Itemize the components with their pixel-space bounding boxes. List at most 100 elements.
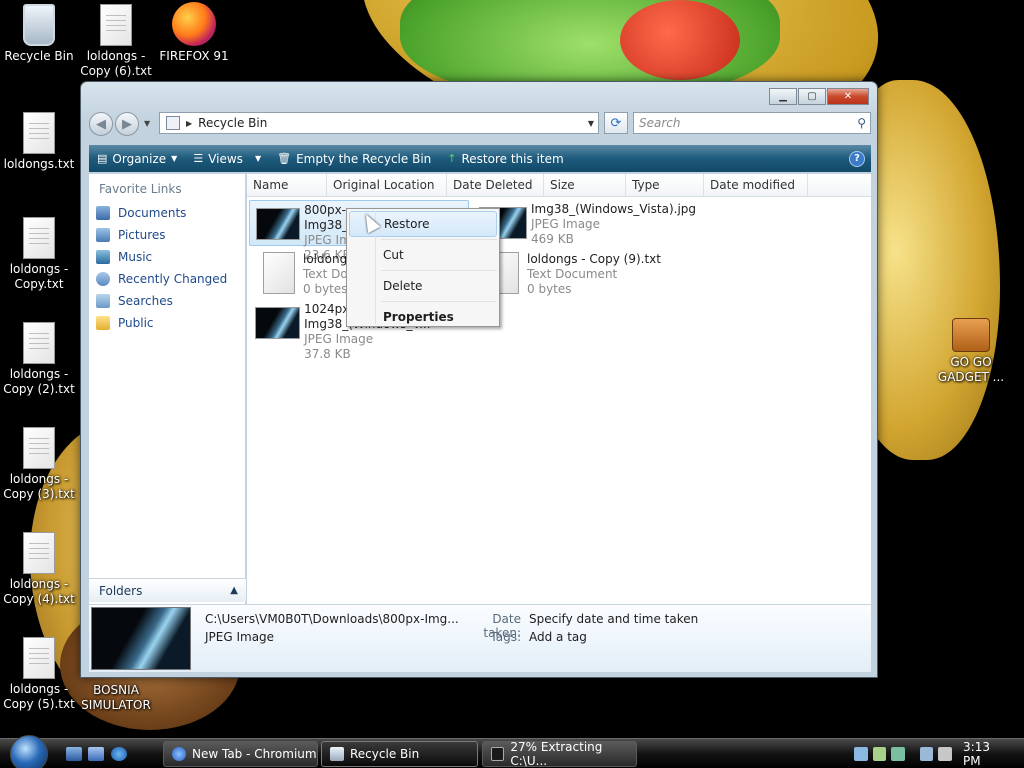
column-name[interactable]: Name <box>247 174 327 196</box>
file-name: loldongs - Copy (9).txt <box>527 252 661 266</box>
desktop-icon-firefox[interactable]: FIREFOX 91 <box>155 2 233 64</box>
task-7zip-extracting[interactable]: 27% Extracting C:\U... <box>482 740 637 768</box>
favorite-links-heading: Favorite Links <box>99 182 182 196</box>
text-file-icon <box>23 427 55 469</box>
desktop-icon-loldongs-copy-2[interactable]: loldongs - Copy (2).txt <box>0 322 78 397</box>
7zip-icon <box>491 747 505 761</box>
wallpaper-tomato <box>620 0 740 80</box>
empty-recycle-bin-button[interactable]: 🗑 Empty the Recycle Bin <box>269 145 439 172</box>
taskbar: New Tab - Chromium Recycle Bin 27% Extra… <box>0 735 1024 768</box>
column-original-location[interactable]: Original Location <box>327 174 447 196</box>
tags-value[interactable]: Add a tag <box>529 630 587 644</box>
chromium-icon <box>172 747 186 761</box>
column-type[interactable]: Type <box>626 174 704 196</box>
task-chromium[interactable]: New Tab - Chromium <box>163 741 318 767</box>
forward-button[interactable]: ▶ <box>115 112 139 136</box>
tray-app-icon[interactable] <box>891 747 905 761</box>
file-item[interactable]: loldongs - Copy (9).txt Text Document 0 … <box>473 250 703 296</box>
desktop-icon-loldongs-copy-6[interactable]: loldongs - Copy (6).txt <box>77 4 155 79</box>
nav-item-recently-changed[interactable]: Recently Changed <box>89 268 245 290</box>
file-list: Name Original Location Date Deleted Size… <box>247 174 871 604</box>
nav-item-music[interactable]: Music <box>89 246 245 268</box>
desktop-icon-loldongs-copy-5[interactable]: loldongs - Copy (5).txt <box>0 637 78 712</box>
refresh-icon: ⟳ <box>610 115 622 131</box>
minimize-button[interactable]: ▁ <box>769 88 797 105</box>
tags-label: Tags: <box>490 630 521 644</box>
text-file-icon <box>23 322 55 364</box>
tray-app-icon[interactable] <box>872 747 887 761</box>
desktop-icon-loldongs-copy-4[interactable]: loldongs - Copy (4).txt <box>0 532 78 607</box>
file-item[interactable]: Img38_(Windows_Vista).jpg JPEG Image 469… <box>473 200 703 246</box>
organize-button[interactable]: ▤ Organize ▼ <box>89 145 185 172</box>
desktop-icon-recycle-bin[interactable]: Recycle Bin <box>0 4 78 64</box>
empty-recycle-bin-label: Empty the Recycle Bin <box>296 151 432 166</box>
menu-item-delete[interactable]: Delete <box>349 273 497 299</box>
nav-item-documents[interactable]: Documents <box>89 202 245 224</box>
refresh-button[interactable]: ⟳ <box>604 112 628 134</box>
file-type: JPEG Image <box>304 332 374 346</box>
help-button[interactable]: ? <box>849 150 865 167</box>
switch-windows-icon[interactable] <box>88 747 104 761</box>
file-type: Text Document <box>527 267 618 281</box>
searches-icon <box>96 294 110 308</box>
organize-label: Organize <box>112 151 167 166</box>
desktop-icon-label: loldongs - Copy (3).txt <box>3 472 75 501</box>
recently-changed-icon <box>96 272 110 286</box>
internet-explorer-icon[interactable] <box>111 747 127 761</box>
desktop-icon-bosnia-simulator[interactable]: BOSNIA SIMULATOR <box>77 683 155 713</box>
desktop-icon-go-go-gadget[interactable]: GO GO GADGET ... <box>932 318 1010 385</box>
views-button[interactable]: ☰ Views ▼ <box>185 145 269 172</box>
address-dropdown-icon[interactable]: ▼ <box>588 119 594 128</box>
tray-display-icon[interactable] <box>919 747 934 761</box>
nav-item-label: Music <box>118 250 153 264</box>
desktop-icon-label: BOSNIA SIMULATOR <box>81 683 151 712</box>
search-icon[interactable]: ⚲ <box>857 116 866 130</box>
maximize-button[interactable]: ▢ <box>798 88 826 105</box>
search-input[interactable]: Search ⚲ <box>633 112 871 134</box>
column-size[interactable]: Size <box>544 174 626 196</box>
recycle-bin-icon <box>330 747 344 761</box>
file-size: 0 bytes <box>527 282 572 296</box>
recent-pages-chevron-icon[interactable]: ▼ <box>144 119 150 128</box>
file-size: 37.8 KB <box>304 347 351 361</box>
tray-network-icon[interactable] <box>853 747 868 761</box>
tray-volume-muted-icon[interactable] <box>938 747 953 761</box>
show-desktop-icon[interactable] <box>66 747 82 761</box>
nav-item-label: Pictures <box>118 228 166 242</box>
date-taken-value[interactable]: Specify date and time taken <box>529 612 698 626</box>
menu-separator <box>381 301 497 302</box>
menu-item-properties[interactable]: Properties <box>349 304 497 330</box>
navigation-pane: Favorite Links Documents Pictures Music … <box>89 174 246 604</box>
desktop-icon-loldongs-copy[interactable]: loldongs - Copy.txt <box>0 217 78 292</box>
text-file-icon <box>23 217 55 259</box>
desktop-icon-loldongs-copy-3[interactable]: loldongs - Copy (3).txt <box>0 427 78 502</box>
column-date-modified[interactable]: Date modified <box>704 174 808 196</box>
file-name: Img38_(Windows_Vista).jpg <box>531 202 697 216</box>
text-file-icon <box>263 252 295 294</box>
column-date-deleted[interactable]: Date Deleted <box>447 174 544 196</box>
details-pane: C:\Users\VM0B0T\Downloads\800px-Img... J… <box>89 604 871 672</box>
task-recycle-bin[interactable]: Recycle Bin <box>321 741 478 767</box>
nav-item-searches[interactable]: Searches <box>89 290 245 312</box>
start-button[interactable] <box>10 735 48 768</box>
folders-toggle[interactable]: Folders ▲ <box>89 578 246 602</box>
arrow-left-icon: ◀ <box>96 116 106 132</box>
search-placeholder: Search <box>639 116 681 130</box>
folder-icon <box>96 316 110 330</box>
restore-item-button[interactable]: ↑ Restore this item <box>439 145 571 172</box>
desktop-icon-loldongs[interactable]: loldongs.txt <box>0 112 78 172</box>
nav-item-pictures[interactable]: Pictures <box>89 224 245 246</box>
close-button[interactable]: ✕ <box>827 88 869 105</box>
text-file-icon <box>23 637 55 679</box>
task-label: 27% Extracting C:\U... <box>510 740 603 768</box>
address-bar[interactable]: ▶ Recycle Bin ▼ <box>159 112 599 134</box>
menu-item-cut[interactable]: Cut <box>349 242 497 268</box>
back-button[interactable]: ◀ <box>89 112 113 136</box>
documents-icon <box>96 206 110 220</box>
organize-icon: ▤ <box>97 152 108 165</box>
column-headers: Name Original Location Date Deleted Size… <box>247 174 871 197</box>
nav-item-public[interactable]: Public <box>89 312 245 334</box>
firefox-icon <box>172 2 216 46</box>
clock[interactable]: 3:13 PM <box>963 740 1010 768</box>
pictures-icon <box>96 228 110 242</box>
